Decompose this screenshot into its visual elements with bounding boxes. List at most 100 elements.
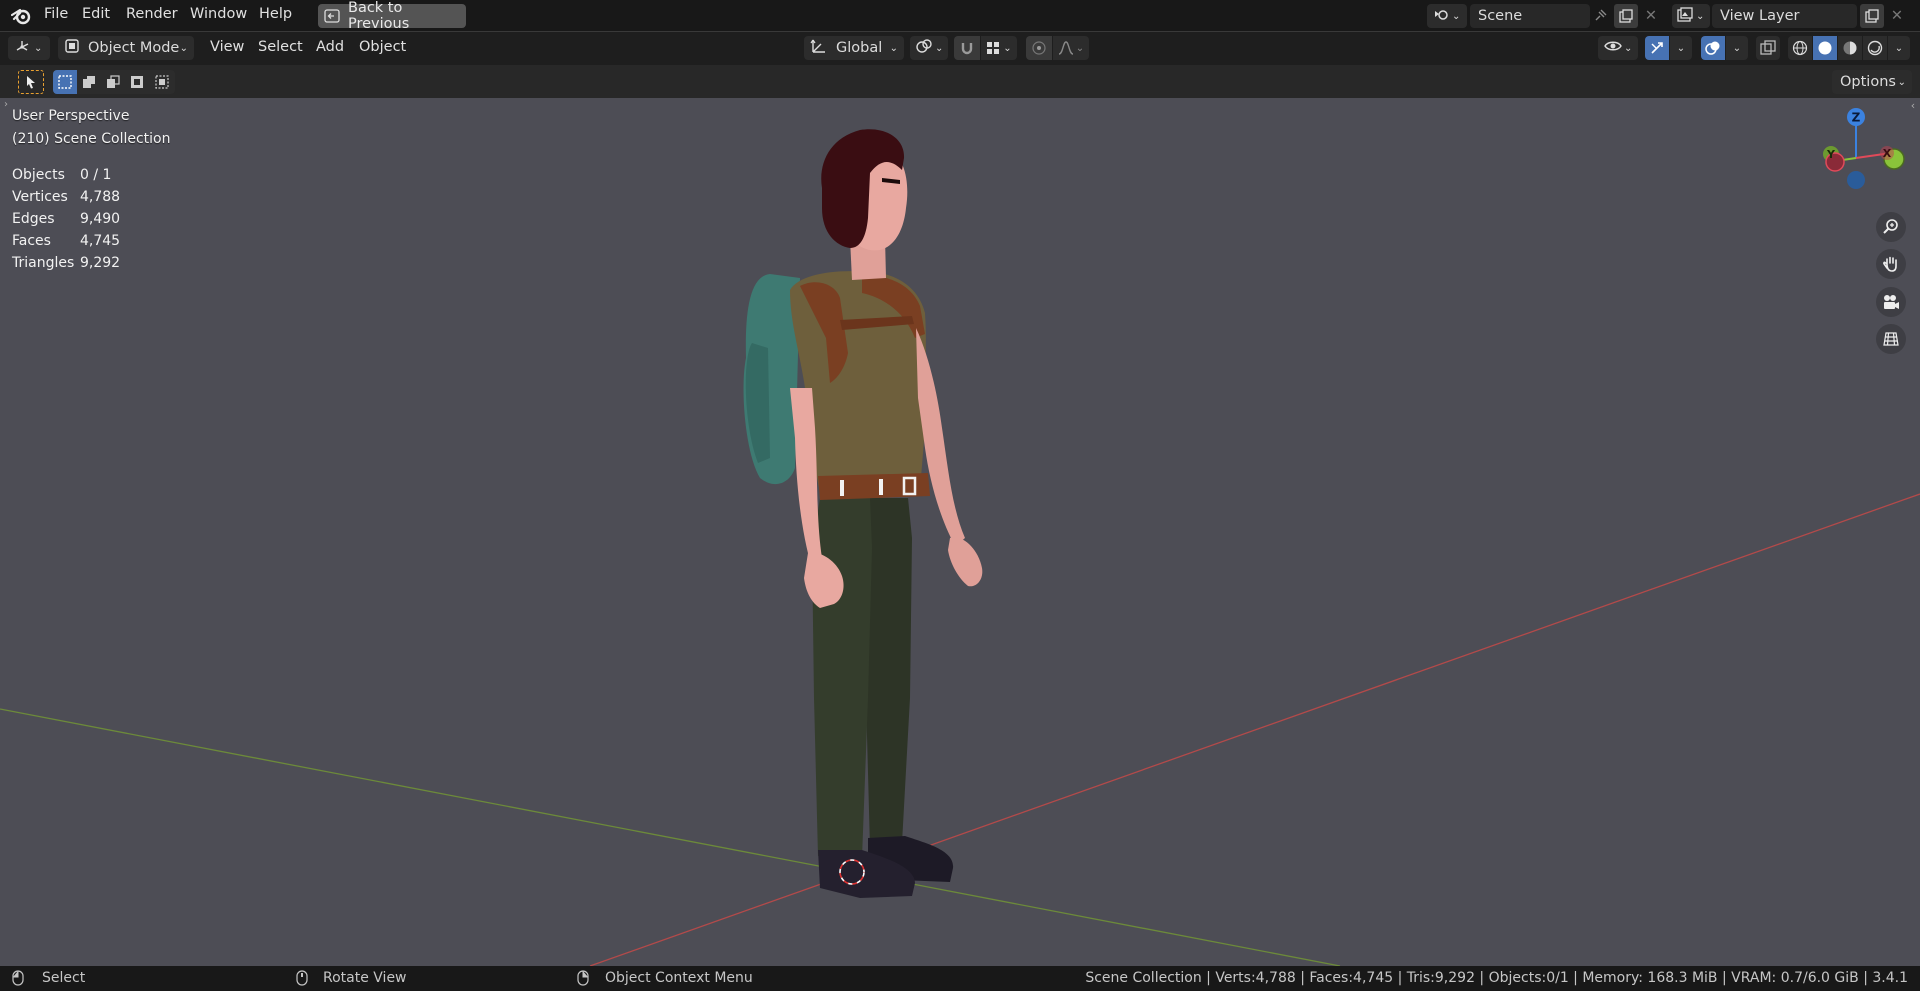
viewport-scene bbox=[0, 129, 1920, 966]
stat-value: 4,745 bbox=[80, 233, 121, 249]
viewport-header: ⌄ Object Mode ⌄ View Select Add Object G… bbox=[0, 32, 1920, 65]
view-layer-browse-button[interactable]: ⌄ bbox=[1672, 4, 1710, 28]
stat-label: Objects bbox=[12, 167, 65, 183]
stat-label: Triangles bbox=[12, 255, 75, 271]
scene-name-field[interactable]: Scene bbox=[1470, 4, 1590, 28]
new-scene-icon[interactable] bbox=[1614, 4, 1638, 28]
gizmo-y-label: Y bbox=[1826, 148, 1836, 161]
collection-name: (210) Scene Collection bbox=[12, 131, 171, 147]
status-middle-action: Rotate View bbox=[323, 970, 407, 986]
wireframe-icon[interactable] bbox=[1788, 36, 1812, 60]
back-icon bbox=[324, 9, 340, 23]
chevron-down-icon[interactable]: ⌄ bbox=[1726, 36, 1748, 60]
menu-view[interactable]: View bbox=[210, 39, 244, 55]
close-icon[interactable]: ✕ bbox=[1886, 4, 1908, 28]
view-name: User Perspective bbox=[12, 108, 130, 124]
rendered-icon[interactable] bbox=[1863, 36, 1887, 60]
proportional-icon[interactable] bbox=[1026, 36, 1052, 60]
chevron-down-icon[interactable]: ⌄ bbox=[1888, 36, 1910, 60]
visibility-selector[interactable]: ⌄ bbox=[1598, 36, 1638, 60]
chevron-down-icon[interactable]: ⌄ bbox=[1670, 36, 1692, 60]
stat-value: 9,490 bbox=[80, 211, 121, 227]
chevron-down-icon: ⌄ bbox=[1897, 76, 1906, 88]
view-layer-name-field[interactable]: View Layer bbox=[1712, 4, 1857, 28]
status-left-action: Select bbox=[42, 970, 86, 986]
menu-file[interactable]: File bbox=[44, 6, 68, 22]
chevron-down-icon: ⌄ bbox=[179, 42, 188, 54]
gizmo-icon[interactable] bbox=[1645, 36, 1669, 60]
select-invert-icon[interactable] bbox=[125, 70, 149, 94]
stat-value: 9,292 bbox=[80, 255, 121, 271]
stat-value: 0 / 1 bbox=[80, 167, 112, 183]
select-subtract-icon[interactable] bbox=[101, 70, 125, 94]
back-to-previous-button[interactable]: Back to Previous bbox=[318, 0, 466, 32]
view-layer-icon bbox=[1677, 6, 1693, 26]
selection-mode-group bbox=[53, 70, 175, 94]
scene-name: Scene bbox=[1478, 8, 1523, 24]
snap-icon[interactable] bbox=[954, 36, 980, 60]
menu-render[interactable]: Render bbox=[126, 6, 178, 22]
mouse-icon bbox=[296, 970, 308, 990]
grid-icon[interactable] bbox=[1876, 324, 1906, 354]
pivot-icon bbox=[915, 38, 933, 58]
close-icon[interactable]: ✕ bbox=[1640, 4, 1662, 28]
y-axis-line bbox=[0, 708, 1341, 966]
hand-icon[interactable] bbox=[1876, 249, 1906, 279]
select-new-icon[interactable] bbox=[53, 70, 77, 94]
zoom-icon[interactable] bbox=[1876, 212, 1906, 242]
chevron-down-icon: ⌄ bbox=[34, 42, 43, 54]
tool-settings-bar: Options ⌄ bbox=[0, 65, 1920, 98]
select-tool-icon[interactable] bbox=[18, 70, 44, 94]
options-dropdown[interactable]: Options ⌄ bbox=[1832, 70, 1912, 94]
chevron-down-icon: ⌄ bbox=[1624, 42, 1633, 54]
stat-label: Faces bbox=[12, 233, 51, 249]
toolbar-expand-icon[interactable]: › bbox=[0, 98, 12, 110]
pivot-point-selector[interactable]: ⌄ bbox=[910, 36, 948, 60]
view-layer-name: View Layer bbox=[1720, 8, 1800, 24]
menu-window[interactable]: Window bbox=[190, 6, 247, 22]
character-model bbox=[743, 129, 983, 898]
orientation-icon bbox=[810, 37, 828, 59]
select-intersect-icon[interactable] bbox=[149, 70, 175, 94]
pin-icon[interactable] bbox=[1588, 5, 1612, 27]
gizmo-z-label: Z bbox=[1852, 111, 1861, 125]
status-right-action: Object Context Menu bbox=[605, 970, 753, 986]
editor-type-button[interactable]: ⌄ bbox=[8, 36, 50, 60]
top-bar: File Edit Render Window Help Back to Pre… bbox=[0, 0, 1920, 32]
overlay-icon[interactable] bbox=[1701, 36, 1725, 60]
menu-add[interactable]: Add bbox=[316, 39, 344, 55]
transform-orientation-selector[interactable]: Global ⌄ bbox=[804, 36, 904, 60]
chevron-down-icon: ⌄ bbox=[1075, 42, 1085, 54]
mode-selector[interactable]: Object Mode ⌄ bbox=[58, 36, 194, 60]
solid-icon[interactable] bbox=[1813, 36, 1837, 60]
editor-type-icon bbox=[15, 38, 31, 58]
back-to-previous-label: Back to Previous bbox=[348, 0, 410, 32]
new-view-layer-icon[interactable] bbox=[1860, 4, 1884, 28]
scene-browse-button[interactable]: ⌄ bbox=[1427, 4, 1467, 28]
menu-select[interactable]: Select bbox=[258, 39, 303, 55]
camera-icon[interactable] bbox=[1876, 287, 1906, 317]
material-icon[interactable] bbox=[1838, 36, 1862, 60]
xray-icon[interactable] bbox=[1756, 36, 1780, 60]
gizmo-x-label: X bbox=[1883, 147, 1892, 160]
stat-label: Vertices bbox=[12, 189, 68, 205]
3d-viewport[interactable]: › User Perspective (210) Scene Collectio… bbox=[0, 98, 1920, 966]
chevron-down-icon: ⌄ bbox=[1003, 42, 1012, 54]
blender-logo-icon[interactable] bbox=[8, 4, 34, 28]
mode-label: Object Mode bbox=[88, 40, 180, 56]
mouse-icon bbox=[12, 970, 24, 990]
navigation-gizmo[interactable]: Z X Y bbox=[1806, 103, 1912, 213]
menu-edit[interactable]: Edit bbox=[82, 6, 110, 22]
menu-help[interactable]: Help bbox=[259, 6, 292, 22]
x-axis-line bbox=[589, 493, 1920, 966]
snap-grid-icon[interactable]: ⌄ bbox=[981, 36, 1017, 60]
falloff-icon[interactable]: ⌄ bbox=[1053, 36, 1089, 60]
chevron-down-icon: ⌄ bbox=[1452, 10, 1461, 22]
chevron-down-icon: ⌄ bbox=[889, 42, 898, 54]
status-bar: Select Rotate View Object Context Menu S… bbox=[0, 966, 1920, 991]
select-extend-icon[interactable] bbox=[77, 70, 101, 94]
orientation-label: Global bbox=[836, 40, 883, 56]
scene-icon bbox=[1433, 6, 1449, 26]
menu-object[interactable]: Object bbox=[359, 39, 406, 55]
sidebar-expand-icon[interactable]: ‹ bbox=[1906, 98, 1920, 112]
